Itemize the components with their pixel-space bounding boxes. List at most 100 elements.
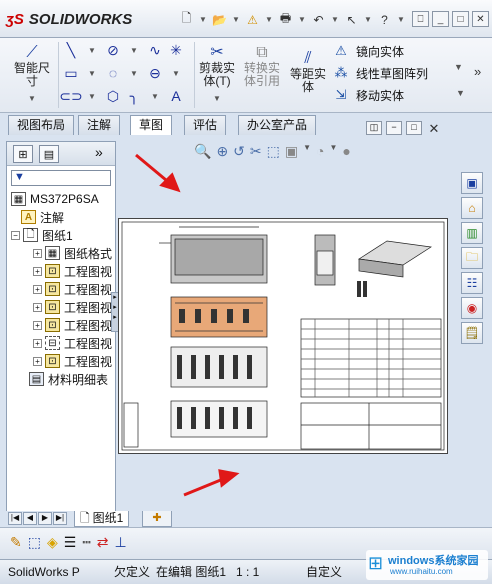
expand-icon[interactable]: + (33, 284, 42, 294)
tree-item-label: 工程图视 (64, 300, 113, 315)
polygon-icon[interactable]: ⬡ (104, 87, 122, 105)
expand-icon[interactable]: + (33, 302, 42, 312)
maximize-icon[interactable]: □ (452, 11, 469, 27)
chevron-down-icon[interactable]: ▼ (199, 11, 207, 28)
undo-icon[interactable]: ↶ (310, 11, 327, 28)
chevron-down-icon[interactable]: ▼ (83, 64, 101, 82)
select-icon[interactable]: ↖ (343, 11, 360, 28)
drawing-sheet[interactable] (118, 218, 448, 454)
convert-entities-button[interactable]: ⧉ 转换实 体引用 (240, 42, 284, 88)
chevron-down-icon[interactable]: ▼ (298, 11, 306, 28)
tab-office-products[interactable]: 办公室产品 (238, 115, 317, 135)
chevron-down-icon: ▼ (28, 94, 36, 103)
help-icon[interactable]: ? (376, 11, 393, 28)
chevron-down-icon[interactable]: ▼ (83, 87, 101, 105)
restore-icon[interactable]: ⎕ (412, 11, 429, 27)
slot-icon[interactable]: ⊂⊃ (59, 87, 82, 105)
tree-item-annotations[interactable]: A 注解 (21, 208, 129, 226)
tab-sheet1[interactable]: 🗋 图纸1 (74, 511, 130, 527)
ribbon-expand-icon[interactable]: » (474, 64, 481, 79)
tile-icon[interactable]: ◫ (366, 121, 382, 135)
fillet-icon[interactable]: ╮ (125, 87, 143, 105)
chevron-down-icon[interactable]: ▼ (397, 11, 405, 28)
smart-dimension-button[interactable]: ⟋ 智能尺 寸 ▼ (8, 42, 56, 105)
spline-icon[interactable]: ∿ (146, 41, 164, 59)
custom-properties-icon[interactable]: 🗒 (461, 322, 483, 344)
chevron-down-icon[interactable]: ▼ (125, 41, 143, 59)
tab-sketch[interactable]: 草图 (130, 115, 173, 136)
offset-label-2: 体 (301, 80, 314, 94)
tab-evaluate[interactable]: 评估 (184, 115, 227, 135)
circle-icon[interactable]: ⊘ (104, 41, 122, 59)
next-sheet-icon[interactable]: ▶ (38, 512, 52, 525)
last-sheet-icon[interactable]: ▶| (53, 512, 67, 525)
appearances-icon[interactable]: ◉ (461, 297, 483, 319)
layer-icon[interactable]: ◈ (47, 534, 58, 551)
pencil-icon[interactable]: ✎ (10, 534, 22, 551)
chevron-down-icon[interactable]: ▼ (456, 88, 465, 98)
chevron-down-icon[interactable]: ▼ (167, 64, 185, 82)
point-icon[interactable]: ✳ (167, 41, 185, 59)
offset-entities-button[interactable]: ⫽ 等距实 体 (286, 48, 330, 94)
chevron-down-icon[interactable]: ▼ (83, 41, 101, 59)
watermark-url: www.ruihaitu.com (390, 567, 453, 576)
line-style-icon[interactable]: ┅ (82, 534, 90, 551)
swap-icon[interactable]: ⇄ (97, 534, 109, 551)
chevron-down-icon[interactable]: ▼ (364, 11, 372, 28)
view-palette-icon[interactable]: ☷ (461, 272, 483, 294)
collapse-icon[interactable]: − (11, 230, 20, 240)
minimize-icon[interactable]: _ (432, 11, 449, 27)
expand-icon[interactable]: + (33, 320, 42, 330)
chevron-down-icon[interactable]: ▼ (146, 87, 164, 105)
expand-icon[interactable]: + (33, 248, 42, 258)
tab-annotation[interactable]: 注解 (78, 115, 121, 135)
warning-icon[interactable]: ⚠ (244, 11, 261, 28)
panel-expand-icon[interactable]: » (95, 144, 103, 160)
chevron-down-icon[interactable]: ▼ (265, 11, 273, 28)
graphics-area[interactable]: ◫ − □ ✕ 🔍 ⊕ ↺ ✂ ⬚ ▣ ▼ ◔ ▼ ● (118, 121, 458, 513)
home-icon[interactable]: ⌂ (461, 197, 483, 219)
expand-icon[interactable]: + (33, 266, 42, 276)
expand-icon[interactable]: + (33, 356, 42, 366)
file-explorer-icon[interactable]: 🗀 (461, 247, 483, 269)
bom-label: 材料明细表 (48, 372, 109, 387)
linear-pattern-button[interactable]: ⁂ 线性草图阵列 (332, 62, 452, 84)
trim-entities-button[interactable]: ✂ 剪裁实 体(T) ▼ (196, 42, 238, 105)
text-icon[interactable]: A (167, 87, 185, 105)
tab-view-layout[interactable]: 视图布局 (8, 115, 75, 135)
prev-sheet-icon[interactable]: ◀ (23, 512, 37, 525)
filter-input[interactable]: ▼ (11, 170, 111, 186)
watermark: ⊞ windows系统家园 www.ruihaitu.com (366, 550, 488, 580)
display-pane-icon[interactable]: ▣ (461, 172, 483, 194)
move-entities-button[interactable]: ⇲ 移动实体 (332, 84, 452, 106)
close-icon[interactable]: ✕ (472, 11, 489, 27)
panel-header: ⊞ ▤ » (7, 142, 115, 166)
first-sheet-icon[interactable]: |◀ (8, 512, 22, 525)
line-icon[interactable]: ╲ (62, 41, 80, 59)
design-library-icon[interactable]: ▥ (461, 222, 483, 244)
chevron-down-icon[interactable]: ▼ (232, 11, 240, 28)
ellipse-icon[interactable]: ⊖ (146, 64, 164, 82)
arc-icon[interactable]: ◌ (104, 64, 122, 82)
tree-root[interactable]: ▦ MS372P6SA (11, 190, 119, 208)
chevron-down-icon[interactable]: ▼ (125, 64, 143, 82)
box-icon[interactable]: ⬚ (28, 534, 41, 551)
rectangle-icon[interactable]: ▭ (62, 64, 80, 82)
line-weight-icon[interactable]: ☰ (64, 534, 77, 551)
minimize-icon[interactable]: − (386, 121, 402, 135)
chevron-down-icon[interactable]: ▼ (454, 62, 463, 72)
feature-tree-icon[interactable]: ⊞ (13, 145, 33, 163)
add-sheet-button[interactable]: ✚ (142, 511, 172, 527)
chevron-down-icon[interactable]: ▼ (331, 11, 339, 28)
baseline-icon[interactable]: ⊥ (114, 534, 126, 551)
open-folder-icon[interactable]: 📂 (211, 11, 228, 28)
expand-icon[interactable]: + (33, 338, 42, 348)
print-icon[interactable]: 🖶 (277, 11, 294, 28)
property-manager-icon[interactable]: ▤ (39, 145, 59, 163)
restore-icon[interactable]: □ (406, 121, 422, 135)
tree-item-sheet[interactable]: − 🗋 图纸1 (11, 226, 119, 244)
close-icon[interactable]: ✕ (426, 121, 442, 136)
new-document-icon[interactable]: 🗋 (178, 11, 195, 28)
mirror-entities-button[interactable]: ⚠ 镜向实体 (332, 40, 452, 62)
status-custom[interactable]: 自定义 (306, 560, 342, 584)
